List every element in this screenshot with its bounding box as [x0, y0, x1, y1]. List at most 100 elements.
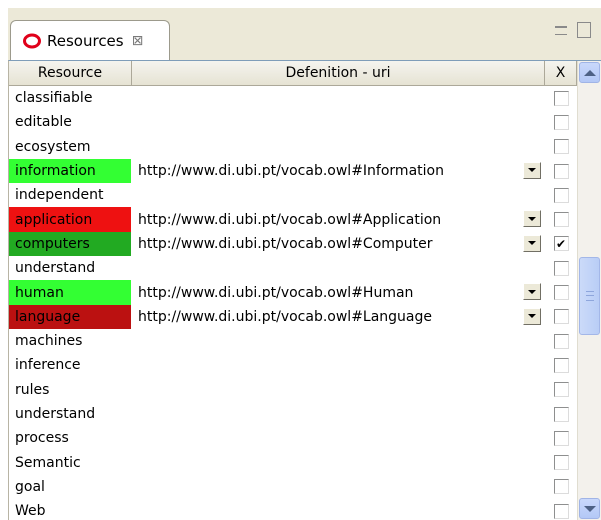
table-row[interactable]: computers http://www.di.ubi.pt/vocab.owl#…	[9, 231, 577, 257]
row-checkbox[interactable]	[553, 479, 569, 495]
table-row[interactable]: editable	[9, 110, 577, 135]
table-row[interactable]: human http://www.di.ubi.pt/vocab.owl#Huma…	[9, 280, 577, 305]
definition-cell[interactable]	[132, 402, 545, 426]
scroll-down-button[interactable]	[579, 498, 600, 519]
uri-dropdown-button[interactable]	[523, 161, 541, 179]
row-checkbox[interactable]	[553, 260, 569, 276]
table-row[interactable]: Web	[9, 499, 577, 520]
resources-view: Resources ⊠ Resource Defenition - uri X …	[8, 8, 601, 520]
column-header-x[interactable]: X	[545, 61, 577, 85]
tab-resources[interactable]: Resources ⊠	[10, 20, 170, 60]
resource-cell[interactable]: classifiable	[9, 86, 132, 111]
row-checkbox[interactable]	[553, 455, 569, 471]
scrollbar-thumb[interactable]	[579, 257, 600, 335]
table-body: classifiable editable ecosystem information…	[9, 86, 577, 520]
checkbox-cell	[545, 426, 577, 450]
definition-cell[interactable]: http://www.di.ubi.pt/vocab.owl#Computer	[132, 232, 545, 256]
definition-cell[interactable]: http://www.di.ubi.pt/vocab.owl#Applicati…	[132, 207, 545, 231]
row-checkbox[interactable]	[553, 430, 569, 446]
resource-cell[interactable]: application	[9, 207, 132, 232]
resource-cell[interactable]: Semantic	[9, 450, 132, 475]
row-checkbox[interactable]	[553, 90, 569, 106]
table-row[interactable]: independent	[9, 183, 577, 208]
table-row[interactable]: process	[9, 426, 577, 451]
checkbox-cell	[545, 305, 577, 329]
resource-cell[interactable]: editable	[9, 110, 132, 135]
close-icon[interactable]: ⊠	[132, 34, 144, 48]
table-row[interactable]: classifiable	[9, 86, 577, 111]
table-row[interactable]: application http://www.di.ubi.pt/vocab.ow…	[9, 207, 577, 232]
resource-cell[interactable]: process	[9, 426, 132, 451]
row-checkbox[interactable]	[553, 382, 569, 398]
chevron-down-icon	[528, 168, 536, 173]
chevron-down-icon	[528, 314, 536, 319]
row-checkbox[interactable]	[553, 163, 569, 179]
row-checkbox[interactable]	[553, 139, 569, 155]
minimize-icon[interactable]	[555, 26, 567, 35]
table-row[interactable]: information http://www.di.ubi.pt/vocab.ow…	[9, 158, 577, 184]
resource-cell[interactable]: understand	[9, 401, 132, 427]
definition-cell[interactable]	[132, 450, 545, 474]
definition-cell[interactable]	[132, 256, 545, 280]
definition-cell[interactable]: http://www.di.ubi.pt/vocab.owl#Language	[132, 305, 545, 329]
checkbox-cell	[545, 475, 577, 499]
resource-cell[interactable]: rules	[9, 377, 132, 402]
definition-cell[interactable]: http://www.di.ubi.pt/vocab.owl#Human	[132, 280, 545, 304]
uri-dropdown-button[interactable]	[523, 234, 541, 252]
table-row[interactable]: inference	[9, 353, 577, 378]
row-checkbox[interactable]	[553, 285, 569, 301]
resource-cell[interactable]: independent	[9, 183, 132, 208]
uri-dropdown-button[interactable]	[523, 283, 541, 301]
table-row[interactable]: rules	[9, 377, 577, 402]
table-row[interactable]: machines	[9, 328, 577, 354]
uri-dropdown-button[interactable]	[523, 307, 541, 325]
definition-cell[interactable]	[132, 110, 545, 134]
maximize-icon[interactable]	[577, 22, 591, 38]
resource-cell[interactable]: inference	[9, 353, 132, 378]
table-header: Resource Defenition - uri X	[9, 61, 577, 86]
definition-cell[interactable]	[132, 183, 545, 207]
resource-cell[interactable]: goal	[9, 474, 132, 500]
resource-cell[interactable]: ecosystem	[9, 134, 132, 159]
row-checkbox[interactable]	[553, 503, 569, 519]
definition-cell[interactable]	[132, 426, 545, 450]
definition-cell[interactable]	[132, 86, 545, 110]
resources-table: Resource Defenition - uri X classifiable…	[8, 60, 601, 520]
definition-cell[interactable]	[132, 378, 545, 402]
row-checkbox[interactable]	[553, 309, 569, 325]
table-row[interactable]: Semantic	[9, 450, 577, 475]
row-checkbox[interactable]	[553, 333, 569, 349]
resource-cell[interactable]: machines	[9, 328, 132, 354]
row-checkbox[interactable]: ✔	[553, 236, 569, 252]
resource-cell[interactable]: computers	[9, 231, 132, 257]
vertical-scrollbar[interactable]	[577, 61, 601, 520]
resource-cell[interactable]: Web	[9, 499, 132, 520]
table-row[interactable]: language http://www.di.ubi.pt/vocab.owl#L…	[9, 304, 577, 329]
row-checkbox[interactable]	[553, 114, 569, 130]
check-icon: ✔	[555, 236, 567, 251]
definition-cell[interactable]	[132, 135, 545, 159]
resource-cell[interactable]: language	[9, 304, 132, 329]
definition-cell[interactable]: http://www.di.ubi.pt/vocab.owl#Informati…	[132, 159, 545, 183]
table-row[interactable]: ecosystem	[9, 134, 577, 159]
column-header-definition[interactable]: Defenition - uri	[132, 61, 545, 85]
uri-text: http://www.di.ubi.pt/vocab.owl#Human	[138, 284, 414, 301]
top-spacer	[0, 0, 601, 6]
resource-cell[interactable]: understand	[9, 256, 132, 281]
resource-cell[interactable]: human	[9, 280, 132, 305]
row-checkbox[interactable]	[553, 406, 569, 422]
row-checkbox[interactable]	[553, 187, 569, 203]
definition-cell[interactable]	[132, 475, 545, 499]
table-row[interactable]: goal	[9, 474, 577, 500]
definition-cell[interactable]	[132, 499, 545, 520]
uri-dropdown-button[interactable]	[523, 210, 541, 228]
table-row[interactable]: understand	[9, 256, 577, 281]
resource-cell[interactable]: information	[9, 158, 132, 184]
row-checkbox[interactable]	[553, 212, 569, 228]
row-checkbox[interactable]	[553, 357, 569, 373]
scroll-up-button[interactable]	[579, 62, 600, 83]
table-row[interactable]: understand	[9, 401, 577, 427]
definition-cell[interactable]	[132, 329, 545, 353]
definition-cell[interactable]	[132, 353, 545, 377]
column-header-resource[interactable]: Resource	[9, 61, 132, 85]
